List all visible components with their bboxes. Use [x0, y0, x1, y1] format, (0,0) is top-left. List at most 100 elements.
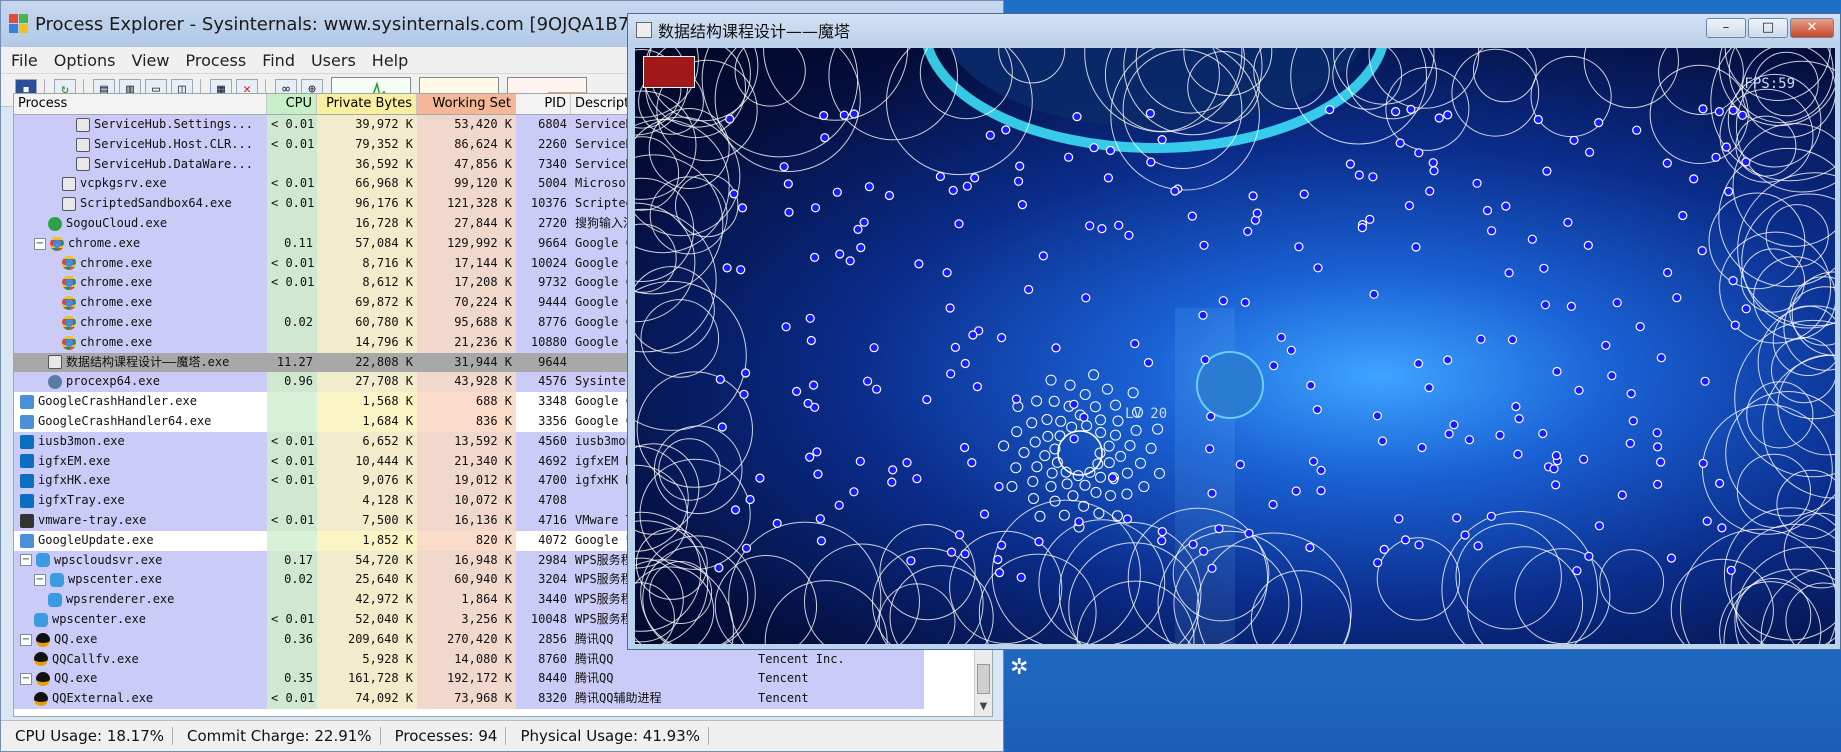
spiral-bullet — [1124, 440, 1136, 451]
process-name: vcpkgsrv.exe — [80, 176, 167, 191]
status-bar: CPU Usage: 18.17% Commit Charge: 22.91% … — [1, 720, 1003, 751]
enemy-bullet — [888, 465, 898, 475]
column-header-cpu[interactable]: CPU — [267, 94, 317, 114]
enemy-bullet — [906, 556, 916, 566]
enemy-bullet — [1652, 428, 1662, 438]
menu-options[interactable]: Options — [54, 51, 116, 70]
enemy-bullet — [1594, 521, 1605, 531]
pid-cell: 4708 — [516, 491, 571, 511]
cpu-cell: 0.17 — [267, 550, 317, 571]
enemy-bullet — [1305, 542, 1315, 553]
spiral-bullet — [1042, 430, 1054, 442]
enemy-bullet — [912, 474, 922, 484]
enemy-bullet — [1652, 442, 1663, 452]
pid-cell: 2720 — [516, 213, 571, 234]
qq-process-icon — [34, 652, 48, 667]
enemy-bullet — [1198, 310, 1208, 320]
cpu-cell — [267, 154, 317, 175]
process-name-cell: − QQ.exe — [14, 669, 267, 690]
private-bytes-cell: 54,720 K — [317, 550, 417, 571]
enemy-bullet — [1072, 111, 1082, 122]
collapse-toggle-icon[interactable]: − — [20, 633, 32, 646]
maximize-button[interactable]: □ — [1748, 18, 1788, 38]
enemy-bullet — [1678, 210, 1688, 221]
collapse-toggle-icon[interactable]: − — [34, 237, 46, 250]
cpu-cell — [267, 392, 317, 412]
description-cell: 腾讯QQ — [571, 669, 754, 690]
process-name-cell: QQExternal.exe — [14, 689, 267, 709]
menu-users[interactable]: Users — [311, 51, 356, 70]
collapse-toggle-icon[interactable]: − — [20, 673, 32, 686]
working-set-cell: 21,236 K — [417, 332, 516, 353]
private-bytes-cell: 39,972 K — [317, 115, 417, 135]
enemy-bullet — [856, 243, 866, 253]
chrome-process-icon — [62, 256, 76, 271]
working-set-cell: 1,864 K — [417, 590, 516, 610]
spiral-bullet — [1006, 481, 1018, 492]
process-name: QQ.exe — [54, 671, 98, 686]
enemy-bullet — [1312, 405, 1322, 415]
menu-file[interactable]: File — [11, 51, 38, 70]
enemy-bullet — [1414, 540, 1424, 550]
scrollbar-thumb[interactable] — [977, 664, 990, 694]
column-header-pid[interactable]: PID — [516, 94, 571, 114]
enemy-bullet — [1714, 478, 1725, 488]
company-cell: Tencent — [754, 689, 924, 709]
win-process-icon — [76, 157, 90, 172]
bullet-ring — [1737, 172, 1835, 327]
cpu-cell: < 0.01 — [267, 609, 317, 630]
game-canvas[interactable]: FPS:59 LV 20 — [635, 48, 1835, 644]
working-set-cell: 17,144 K — [417, 253, 516, 274]
enemy-bullet — [1373, 558, 1383, 568]
spiral-bullet — [1101, 383, 1113, 395]
column-header-private-bytes[interactable]: Private Bytes — [317, 94, 417, 114]
enemy-bullet — [853, 224, 863, 234]
google-process-icon — [20, 395, 34, 410]
collapse-toggle-icon[interactable]: − — [20, 554, 32, 567]
working-set-cell: 14,080 K — [417, 649, 516, 670]
enemy-bullet — [1064, 152, 1074, 162]
table-row[interactable]: QQExternal.exe < 0.01 74,092 K 73,968 K 8320… — [14, 689, 992, 709]
enemy-bullet — [1552, 366, 1562, 377]
menu-help[interactable]: Help — [372, 51, 408, 70]
spiral-bullet — [1046, 467, 1058, 479]
enemy-bullet — [1533, 114, 1543, 125]
menu-find[interactable]: Find — [262, 51, 295, 70]
intel-process-icon — [20, 494, 34, 509]
enemy-bullet — [1730, 320, 1740, 330]
enemy-bullet — [1400, 535, 1411, 545]
collapse-toggle-icon[interactable]: − — [34, 574, 46, 587]
cloud-process-icon — [34, 612, 48, 627]
working-set-cell: 95,688 K — [417, 312, 516, 333]
bullet-ring — [1791, 271, 1835, 356]
company-cell: Tencent Inc. — [754, 649, 924, 670]
enemy-bullet — [1741, 304, 1751, 314]
enemy-bullet — [960, 358, 970, 369]
table-row[interactable]: − QQ.exe 0.35 161,728 K 192,172 K 8440 腾讯QQ Ten… — [14, 669, 992, 690]
private-bytes-cell: 4,128 K — [317, 491, 417, 511]
process-name-cell: chrome.exe — [14, 332, 267, 353]
menu-view[interactable]: View — [132, 51, 170, 70]
qq-process-icon — [36, 672, 50, 687]
column-header-process[interactable]: Process — [14, 94, 267, 114]
cpu-cell: 0.36 — [267, 629, 317, 650]
cpu-cell: < 0.01 — [267, 431, 317, 452]
table-row[interactable]: QQCallfv.exe 5,928 K 14,080 K 8760 腾讯QQ Tence… — [14, 649, 992, 670]
menu-process[interactable]: Process — [185, 51, 246, 70]
bullet-ring — [640, 299, 720, 378]
enemy-bullet — [1235, 459, 1245, 470]
enemy-bullet — [1728, 105, 1738, 116]
close-button[interactable]: ✕ — [1790, 18, 1834, 38]
process-name: procexp64.exe — [66, 374, 160, 389]
enemy-bullet — [863, 376, 873, 386]
process-name-cell: − wpscloudsvr.exe — [14, 550, 267, 571]
enemy-bullet — [887, 477, 897, 487]
private-bytes-cell: 69,872 K — [317, 293, 417, 313]
scroll-down-icon[interactable]: ▼ — [975, 698, 992, 716]
enemy-bullet — [803, 398, 813, 408]
cpu-cell — [267, 332, 317, 353]
minimize-button[interactable]: – — [1706, 18, 1746, 38]
enemy-bullet — [1105, 145, 1115, 156]
cpu-cell — [267, 491, 317, 511]
column-header-working-set[interactable]: Working Set — [417, 94, 516, 114]
